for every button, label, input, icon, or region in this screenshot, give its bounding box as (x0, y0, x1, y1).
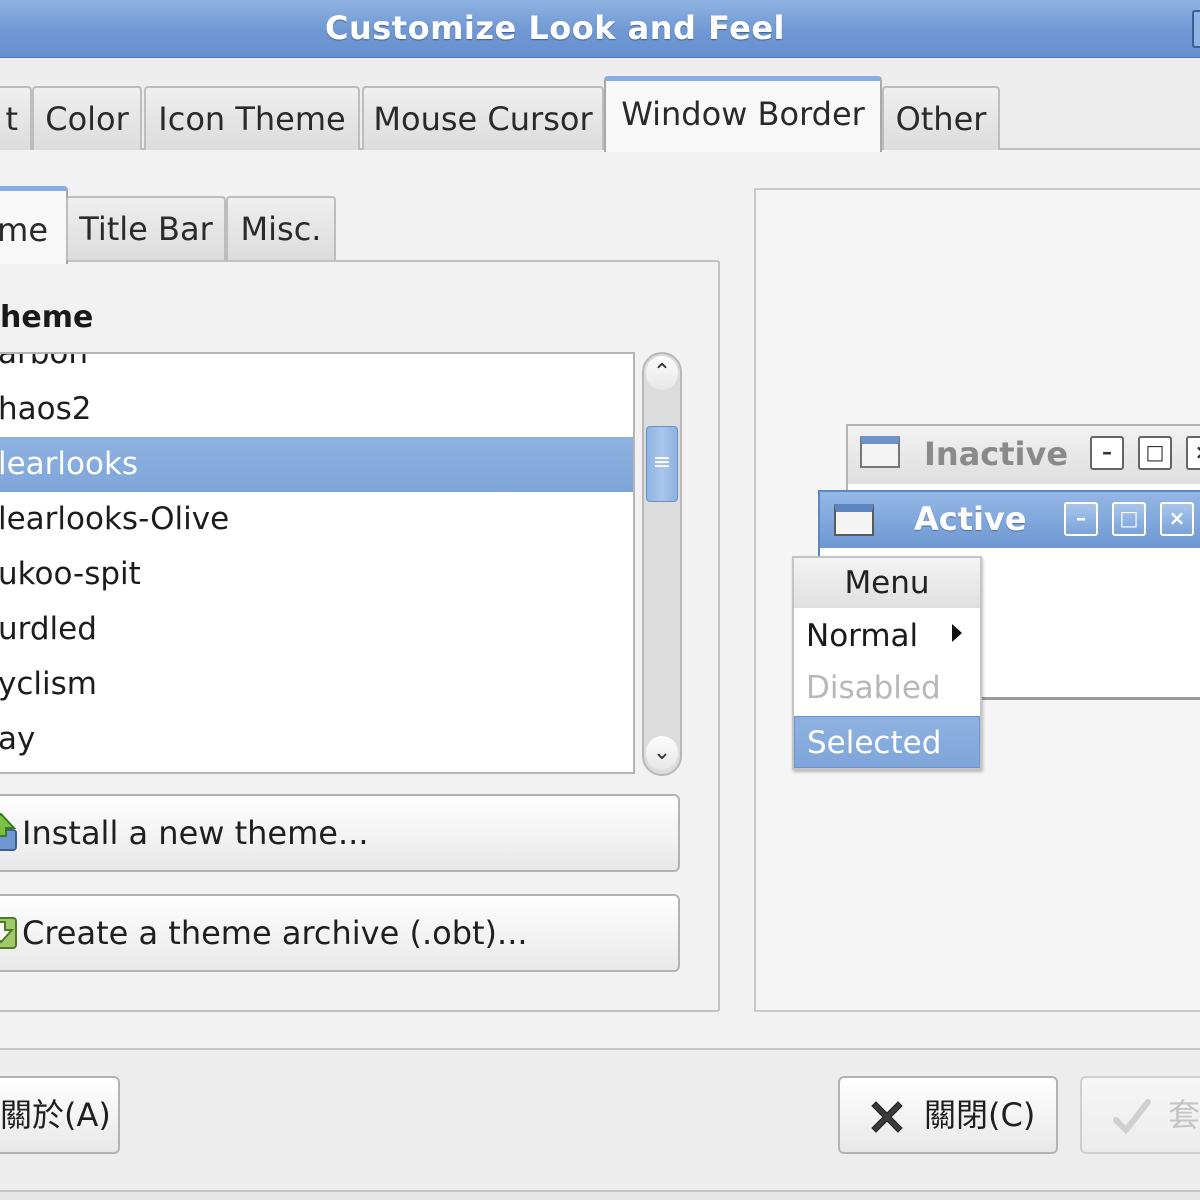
window-icon (834, 504, 874, 536)
subtab-title-bar[interactable]: Title Bar (66, 196, 226, 260)
subtab-label: Title Bar (79, 210, 213, 248)
close-icon (871, 1101, 903, 1133)
list-item[interactable]: haos2 (0, 382, 633, 437)
theme-list-scrollbar[interactable]: ⌃ ≡ ⌄ (642, 352, 682, 776)
tab-theme[interactable]: t (0, 86, 32, 150)
submenu-arrow-icon (952, 624, 962, 642)
tab-label: Mouse Cursor (373, 100, 593, 138)
list-item[interactable]: urdled (0, 602, 633, 657)
minimize-icon: – (1064, 502, 1098, 536)
archive-icon (0, 917, 17, 949)
tab-mouse-cursor[interactable]: Mouse Cursor (362, 86, 604, 150)
scroll-up-icon[interactable]: ⌃ (646, 356, 678, 390)
apply-label: 套 (1168, 1096, 1200, 1134)
checkmark-icon (1113, 1099, 1151, 1135)
tab-label: Color (45, 100, 129, 138)
subtab-label: Misc. (240, 210, 322, 248)
tab-window-border[interactable]: Window Border (604, 76, 882, 152)
tab-label: Icon Theme (158, 100, 346, 138)
list-item[interactable]: arbon (0, 354, 633, 381)
create-archive-label: Create a theme archive (.obt)... (22, 914, 528, 952)
window-bottom-edge (0, 1190, 1200, 1200)
list-item[interactable]: yclism (0, 657, 633, 712)
install-theme-label: Install a new theme... (22, 814, 369, 852)
theme-heading: heme (0, 300, 94, 335)
list-item[interactable]: ukoo-spit (0, 547, 633, 602)
about-button[interactable]: 關於(A) (0, 1076, 120, 1154)
apply-button[interactable]: 套 (1080, 1076, 1200, 1154)
list-item[interactable]: learlooks-Olive (0, 492, 633, 547)
minimize-icon: – (1090, 436, 1124, 470)
window-icon (860, 436, 900, 468)
scroll-down-icon[interactable]: ⌄ (646, 736, 678, 770)
preview-menu-disabled: Disabled (806, 670, 941, 706)
theme-list[interactable]: arbon haos2 learlooks learlooks-Olive uk… (0, 352, 635, 774)
maximize-icon: □ (1138, 436, 1172, 470)
close-button[interactable]: 關閉(C) (838, 1076, 1058, 1154)
tab-icon-theme[interactable]: Icon Theme (144, 86, 360, 150)
window-title: Customize Look and Feel (324, 9, 785, 47)
subtab-misc[interactable]: Misc. (226, 196, 336, 260)
preview-menu-header: Menu (794, 558, 980, 608)
tab-color[interactable]: Color (32, 86, 142, 150)
tab-label: t (5, 100, 18, 138)
about-label: 關於(A) (0, 1096, 111, 1134)
close-icon: × (1186, 436, 1200, 470)
tab-label: Other (895, 100, 987, 138)
tab-label: Window Border (621, 95, 865, 133)
install-theme-button[interactable]: Install a new theme... (0, 794, 680, 872)
subtab-theme[interactable]: me (0, 186, 68, 264)
window-close-button[interactable] (1192, 10, 1200, 48)
close-label: 關閉(C) (924, 1096, 1036, 1134)
tab-other[interactable]: Other (882, 86, 1000, 150)
install-icon (0, 812, 17, 851)
create-archive-button[interactable]: Create a theme archive (.obt)... (0, 894, 680, 972)
preview-inactive-title: Inactive (924, 435, 1069, 473)
preview-active-title: Active (914, 500, 1027, 538)
scroll-thumb[interactable]: ≡ (646, 426, 678, 502)
preview-menu-selected: Selected (794, 716, 980, 768)
list-item-selected[interactable]: learlooks (0, 437, 633, 492)
close-icon: × (1160, 502, 1194, 536)
maximize-icon: □ (1112, 502, 1146, 536)
subtab-label: me (0, 211, 48, 249)
list-item[interactable]: ay (0, 712, 633, 767)
